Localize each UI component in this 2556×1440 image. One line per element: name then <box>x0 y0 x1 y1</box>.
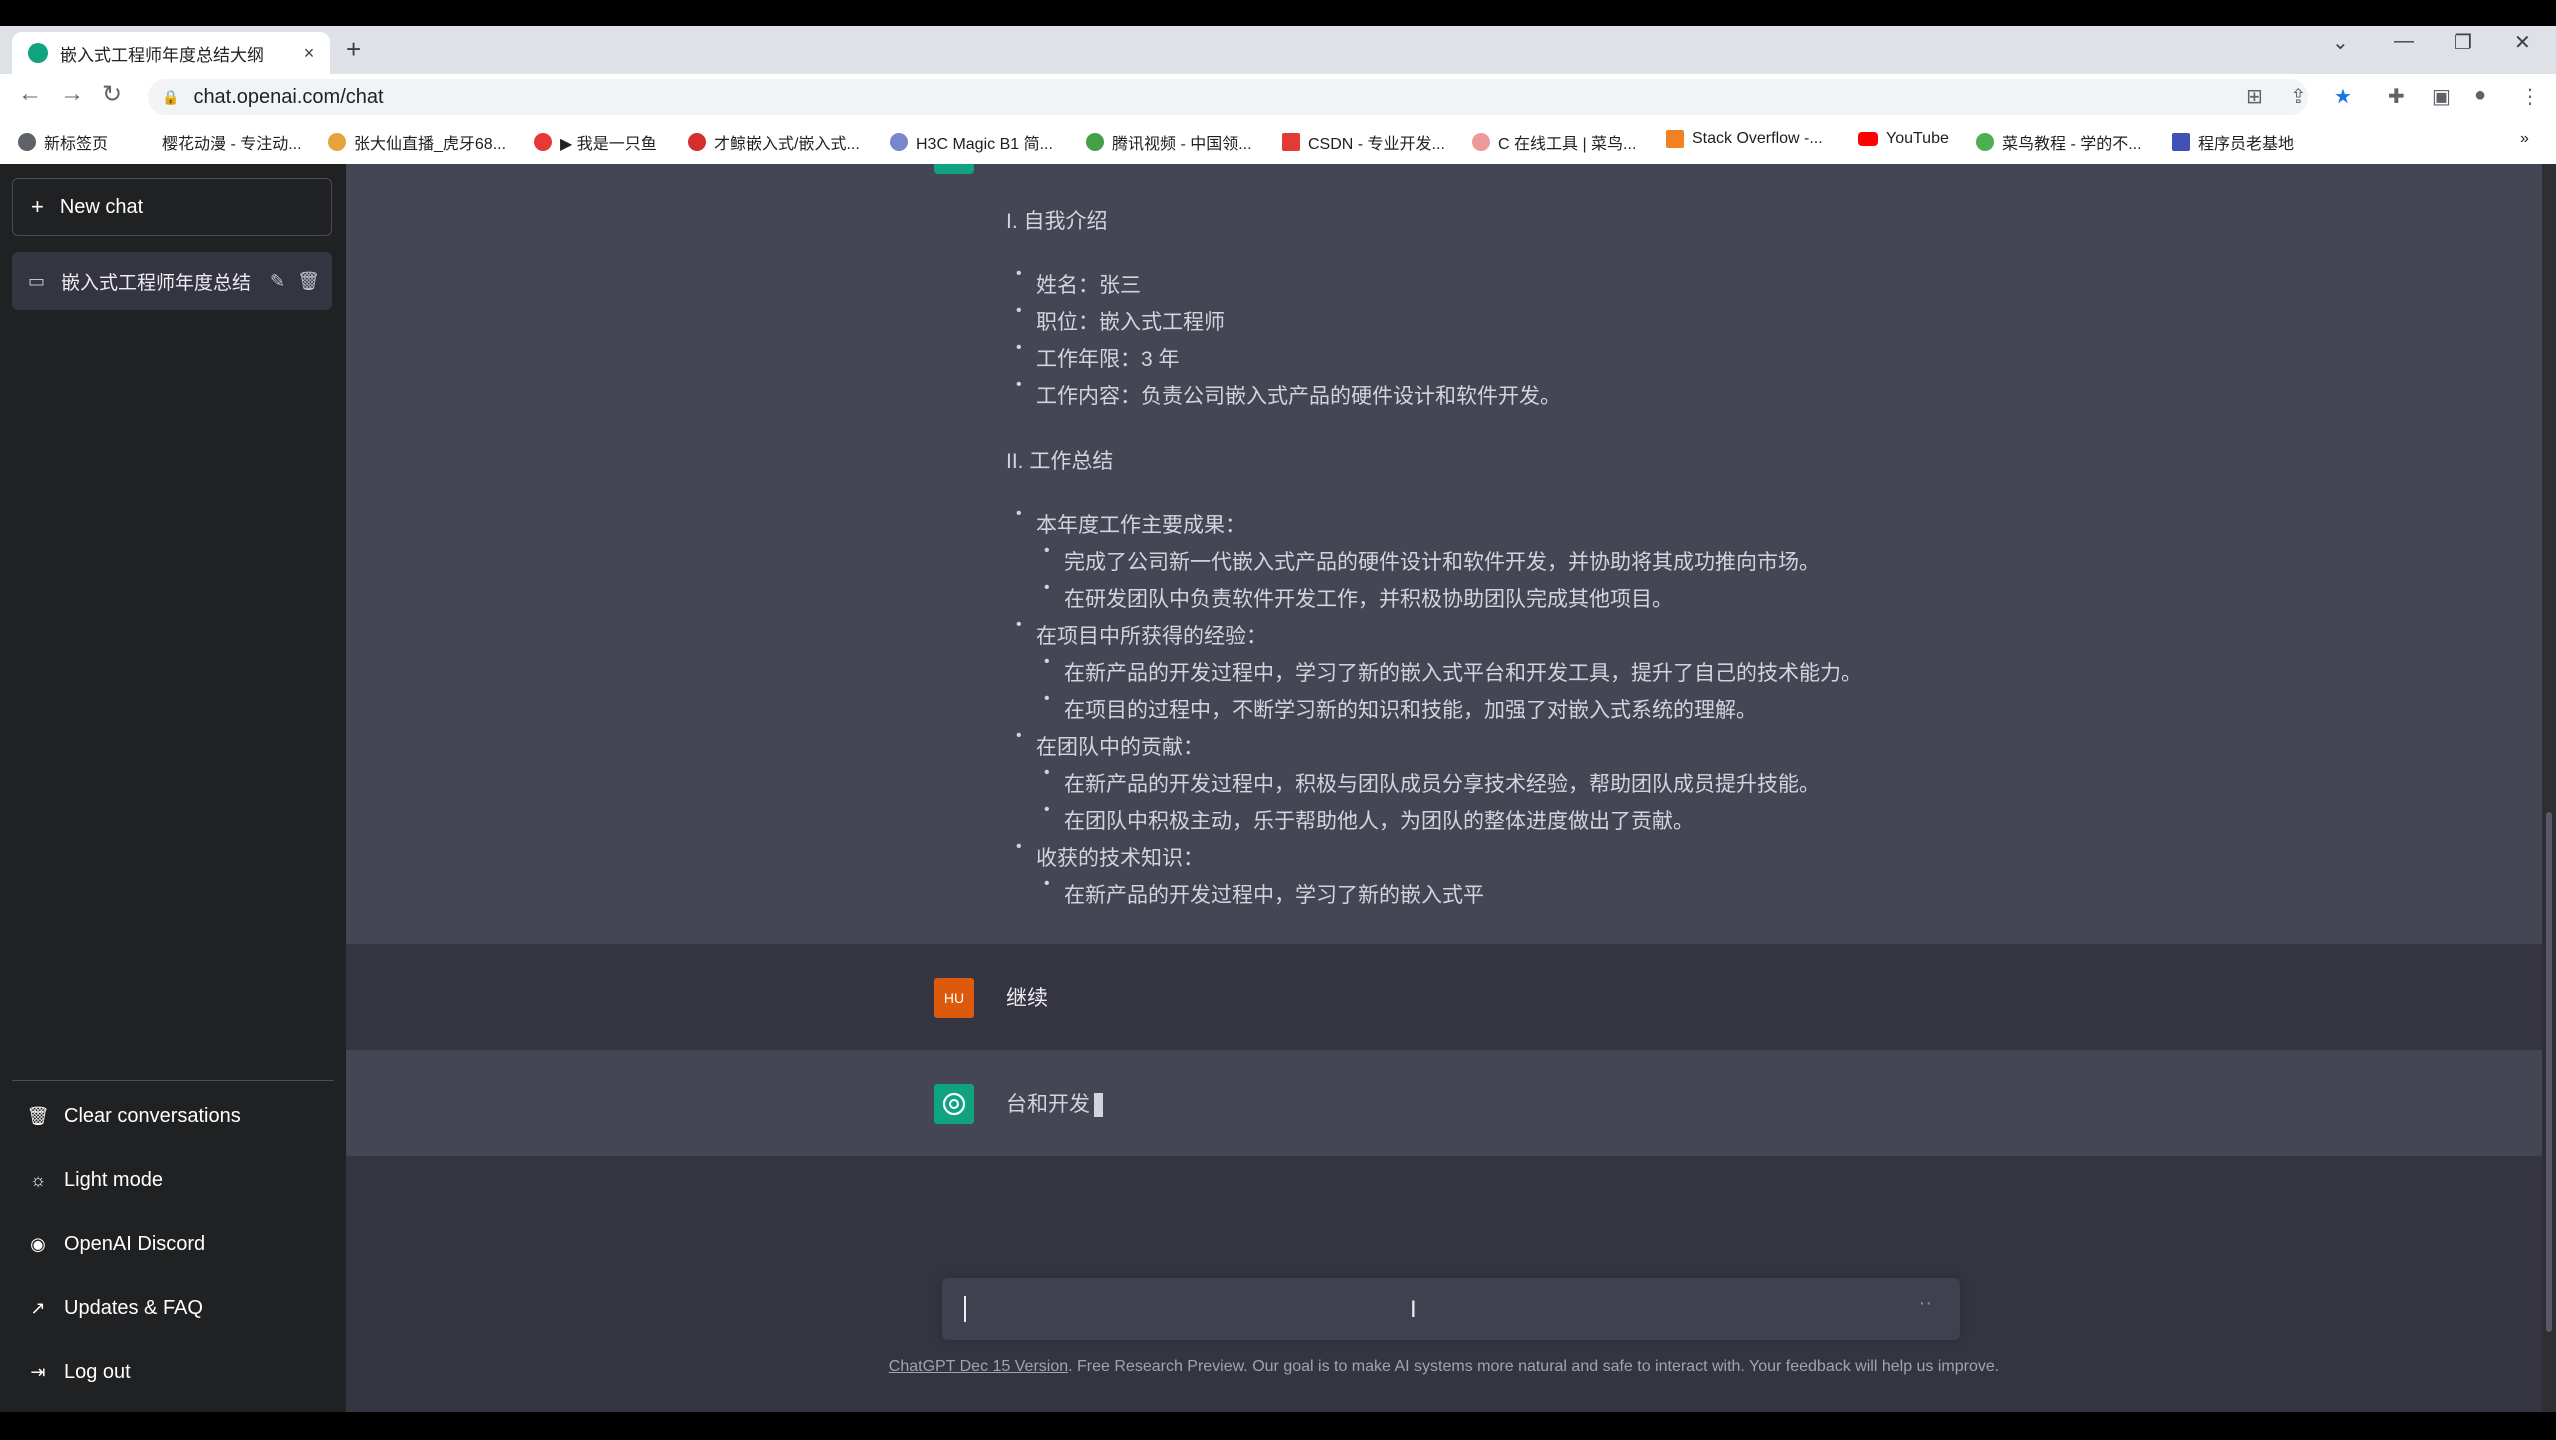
list-item: 在团队中的贡献： <box>1016 727 1204 761</box>
list-item: 在新产品的开发过程中，积极与团队成员分享技术经验，帮助团队成员提升技能。 <box>1044 764 1820 798</box>
clear-conversations-label: Clear conversations <box>64 1104 241 1127</box>
tab-search-icon[interactable]: ⌄ <box>2332 30 2349 55</box>
bookmark-item[interactable]: Stack Overflow -... <box>1666 130 1823 148</box>
profile-icon[interactable]: ● <box>2474 84 2486 107</box>
openai-logo-icon <box>934 1084 974 1124</box>
list-item: 本年度工作主要成果： <box>1016 505 1246 539</box>
bookmark-item[interactable]: YouTube <box>1858 130 1949 148</box>
list-item: 在团队中积极主动，乐于帮助他人，为团队的整体进度做出了贡献。 <box>1044 801 1694 835</box>
list-item: 工作年限：3 年 <box>1016 339 1179 373</box>
light-mode-button[interactable]: ☼ Light mode <box>12 1154 332 1206</box>
trash-icon: 🗑 <box>26 1105 50 1126</box>
assistant-avatar <box>934 164 974 174</box>
openai-discord-link[interactable]: ◉ OpenAI Discord <box>12 1218 332 1270</box>
version-link[interactable]: ChatGPT Dec 15 Version <box>889 1358 1068 1375</box>
bookmark-item[interactable]: 张大仙直播_虎牙68... <box>328 130 506 154</box>
clear-conversations-button[interactable]: 🗑 Clear conversations <box>12 1090 332 1142</box>
sun-icon: ☼ <box>29 1169 47 1190</box>
external-link-icon: ↗ <box>30 1297 46 1318</box>
os-top-bar <box>0 0 2556 26</box>
sidebar-divider <box>12 1080 334 1081</box>
bookmark-item[interactable]: CSDN - 专业开发... <box>1282 130 1445 154</box>
openai-discord-label: OpenAI Discord <box>64 1232 206 1255</box>
restore-icon[interactable]: ❐ <box>2454 30 2472 55</box>
translate-icon[interactable]: ⊞ <box>2246 84 2263 109</box>
new-chat-label: New chat <box>59 195 144 218</box>
new-tab-button[interactable]: + <box>346 34 361 65</box>
list-item: 在研发团队中负责软件开发工作，并积极协助团队完成其他项目。 <box>1044 579 1673 613</box>
log-out-button[interactable]: ⇥ Log out <box>12 1346 332 1398</box>
extensions-icon[interactable]: ✚ <box>2388 84 2405 109</box>
browser-tab[interactable]: 嵌入式工程师年度总结大纲 × <box>12 32 330 74</box>
list-item: 工作内容：负责公司嵌入式产品的硬件设计和软件开发。 <box>1016 376 1561 410</box>
bookmark-item[interactable]: H3C Magic B1 简... <box>890 130 1053 154</box>
tab-strip <box>0 26 2556 74</box>
bookmark-item[interactable]: 程序员老基地 <box>2172 130 2294 154</box>
conversation-item[interactable]: ▭ 嵌入式工程师年度总结 ✎ 🗑 <box>12 252 332 310</box>
list-item: 在新产品的开发过程中，学习了新的嵌入式平 <box>1044 875 1484 909</box>
message-input[interactable]: ·· <box>942 1278 1960 1340</box>
bookmark-item[interactable]: 新标签页 <box>18 130 108 154</box>
user-message <box>346 944 2542 1051</box>
assistant-reply <box>346 1050 2542 1156</box>
bookmark-item[interactable]: 腾讯视频 - 中国领... <box>1086 130 1252 154</box>
url-text: chat.openai.com/chat <box>193 85 384 108</box>
bookmark-item[interactable]: 菜鸟教程 - 学的不... <box>1976 130 2142 154</box>
plus-icon: + <box>31 194 44 219</box>
new-chat-button[interactable]: + New chat <box>12 178 332 236</box>
os-bottom-bar <box>0 1412 2556 1440</box>
user-message-text: 继续 <box>1006 987 1048 1010</box>
tab-title: 嵌入式工程师年度总结大纲 <box>60 45 264 65</box>
address-bar[interactable]: 🔒 chat.openai.com/chat <box>148 79 2308 115</box>
logout-icon: ⇥ <box>30 1361 46 1382</box>
discord-icon: ◉ <box>30 1233 46 1254</box>
list-item: 收获的技术知识： <box>1016 838 1204 872</box>
share-icon[interactable]: ⇪ <box>2290 84 2307 109</box>
window-close-icon[interactable]: ✕ <box>2514 30 2531 55</box>
loading-dots: ·· <box>1918 1292 1932 1314</box>
text-caret <box>964 1296 966 1322</box>
close-tab-icon[interactable]: × <box>298 43 320 64</box>
bookmark-item[interactable]: ▶ 我是一只鱼 <box>534 130 657 154</box>
list-item: 在项目中所获得的经验： <box>1016 616 1267 650</box>
user-avatar: HU <box>934 978 974 1018</box>
list-item: 完成了公司新一代嵌入式产品的硬件设计和软件开发，并协助将其成功推向市场。 <box>1044 542 1820 576</box>
reload-icon[interactable]: ↻ <box>102 80 122 109</box>
scrollbar-thumb[interactable] <box>2546 812 2552 1332</box>
light-mode-label: Light mode <box>64 1168 163 1191</box>
chat-bubble-icon: ▭ <box>28 270 46 291</box>
log-out-label: Log out <box>64 1360 131 1383</box>
assistant-reply-text: 台和开发 <box>1006 1088 1103 1118</box>
menu-icon[interactable]: ⋮ <box>2520 84 2540 109</box>
bookmark-star-icon[interactable]: ★ <box>2334 84 2352 109</box>
forward-icon[interactable]: → <box>60 80 84 108</box>
bookmark-item[interactable]: 才鲸嵌入式/嵌入式... <box>688 130 860 154</box>
bookmark-item[interactable]: 樱花动漫 - 专注动... <box>146 130 302 154</box>
conversation-title: 嵌入式工程师年度总结 <box>61 272 252 294</box>
bookmarks-overflow-icon[interactable]: » <box>2520 130 2529 148</box>
mouse-ibeam-cursor: I <box>1410 1296 1417 1323</box>
edit-icon[interactable]: ✎ <box>270 271 285 292</box>
side-panel-icon[interactable]: ▣ <box>2432 84 2451 109</box>
list-item: 在项目的过程中，不断学习新的知识和技能，加强了对嵌入式系统的理解。 <box>1044 690 1757 724</box>
footer-text: . Free Research Preview. Our goal is to … <box>1068 1358 2000 1375</box>
typing-cursor <box>1094 1093 1103 1118</box>
trash-icon[interactable]: 🗑 <box>297 271 320 292</box>
heading-work-summary: II. 工作总结 <box>1006 450 1114 473</box>
list-item: 姓名：张三 <box>1016 265 1141 299</box>
openai-favicon-icon <box>28 43 48 63</box>
updates-faq-link[interactable]: ↗ Updates & FAQ <box>12 1282 332 1334</box>
heading-self-intro: I. 自我介绍 <box>1006 210 1108 233</box>
updates-faq-label: Updates & FAQ <box>64 1296 203 1319</box>
bookmark-item[interactable]: C 在线工具 | 菜鸟... <box>1472 130 1636 154</box>
lock-icon: 🔒 <box>162 88 180 105</box>
list-item: 职位：嵌入式工程师 <box>1016 302 1225 336</box>
assistant-reply-content: 台和开发 <box>1006 1093 1090 1116</box>
back-icon[interactable]: ← <box>18 80 42 108</box>
footer-disclaimer: ChatGPT Dec 15 Version. Free Research Pr… <box>346 1358 2542 1376</box>
minimize-icon[interactable]: — <box>2394 30 2414 53</box>
list-item: 在新产品的开发过程中，学习了新的嵌入式平台和开发工具，提升了自己的技术能力。 <box>1044 653 1862 687</box>
